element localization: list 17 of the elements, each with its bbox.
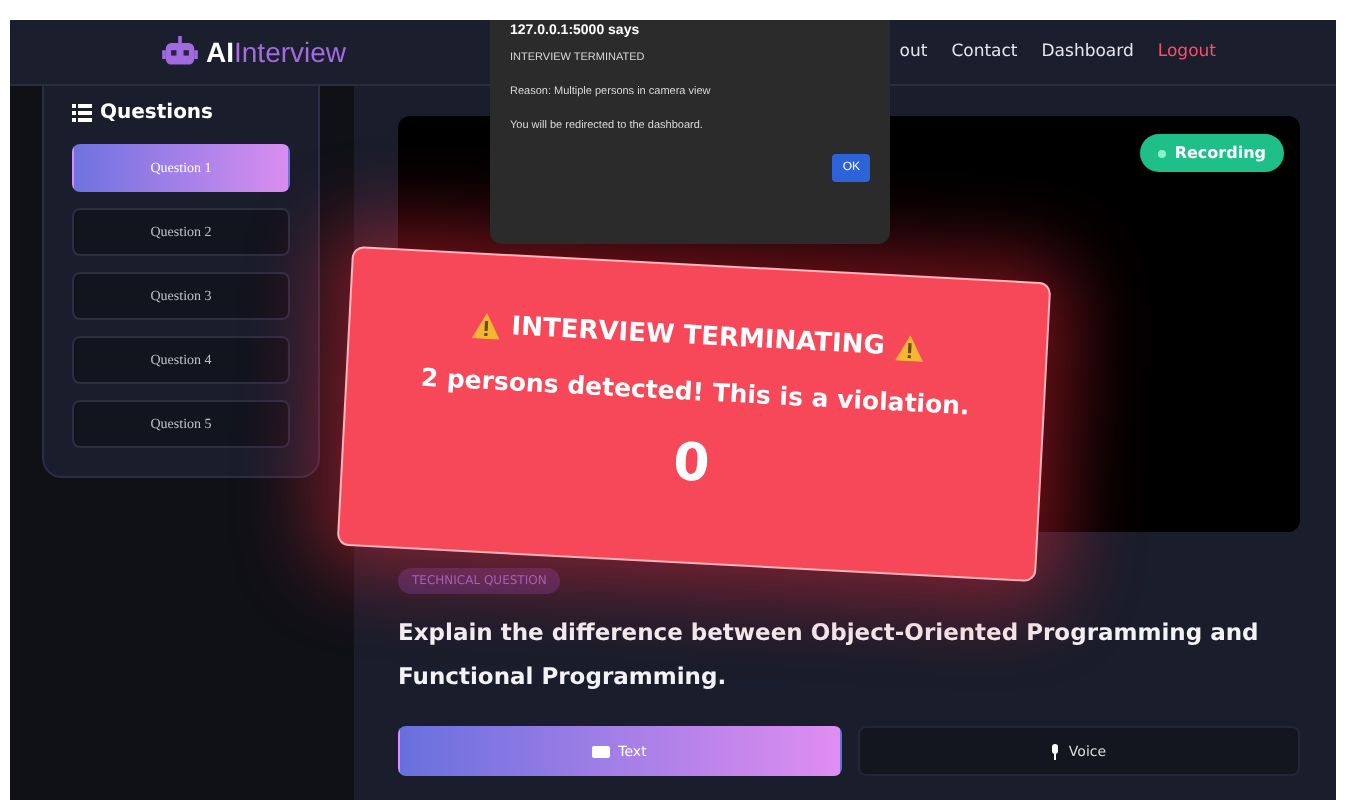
warning-icon — [895, 334, 926, 362]
question-text: Explain the difference between Object-Oriented Programming and Functional Programming. — [398, 616, 1261, 694]
nav-link[interactable]: Logout — [1157, 42, 1216, 62]
warning-message: 2 persons detected! This is a violation. — [420, 361, 971, 421]
recording-badge: Recording — [1140, 134, 1284, 172]
countdown: 0 — [671, 433, 711, 495]
warning-title: INTERVIEW TERMINATING — [510, 312, 886, 362]
panel-title: Questions — [100, 102, 214, 124]
microphone-icon — [1050, 743, 1061, 759]
nav-link[interactable]: out — [899, 42, 928, 62]
nav-link[interactable]: Contact — [951, 42, 1018, 62]
robot-icon — [162, 36, 198, 68]
nav-link[interactable]: Dashboard — [1041, 42, 1134, 62]
keyboard-icon — [592, 745, 611, 757]
logo-text[interactable]: AIInterview — [206, 36, 347, 68]
warning-icon — [470, 312, 501, 340]
list-icon — [72, 104, 92, 122]
